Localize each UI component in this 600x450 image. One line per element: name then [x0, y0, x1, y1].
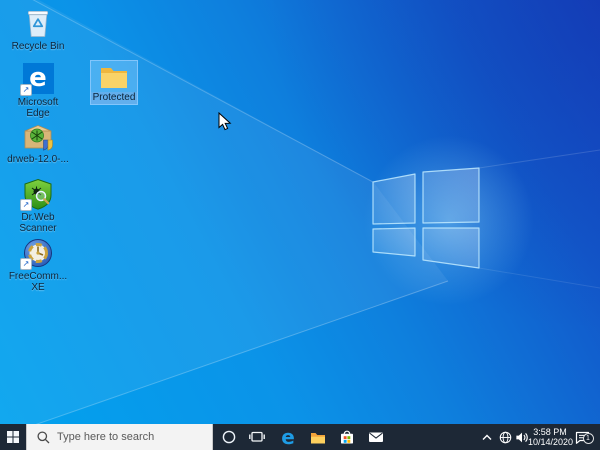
icon-label: drweb-12.0-... [7, 154, 69, 165]
notification-badge: 1 [582, 432, 594, 444]
mail-icon [369, 432, 383, 442]
tray-network-button[interactable] [496, 424, 514, 450]
shortcut-arrow-icon: ↗ [20, 258, 32, 270]
icon-label: Microsoft Edge [17, 97, 59, 119]
icon-label: Protected [90, 92, 138, 104]
icon-label: Recycle Bin [11, 41, 65, 52]
desktop-icon-drweb-installer[interactable]: drweb-12.0-... [2, 119, 74, 165]
edge-icon: e [281, 425, 295, 449]
drweb-installer-icon [24, 124, 53, 151]
task-view-icon [249, 431, 265, 442]
shortcut-arrow-icon: ↗ [20, 84, 32, 96]
network-globe-icon [499, 431, 511, 443]
store-icon [341, 430, 353, 444]
clock-date: 10/14/2020 [528, 437, 574, 447]
file-explorer-icon [311, 433, 325, 444]
taskbar-search[interactable] [26, 424, 213, 450]
tray-clock[interactable]: 3:58 PM 10/14/2020 [528, 424, 574, 450]
cortana-button[interactable] [215, 424, 243, 450]
icon-label: Dr.Web Scanner [19, 212, 57, 234]
desktop-icon-microsoft-edge[interactable]: e ↗ Microsoft Edge [2, 62, 74, 119]
windows-desktop: Recycle Bin e ↗ Microsoft Edge drweb-12.0… [0, 0, 600, 450]
icon-label: FreeComm... XE [8, 271, 68, 293]
clock-time: 3:58 PM [533, 427, 567, 437]
taskbar: e [0, 424, 600, 450]
search-input[interactable] [57, 431, 187, 443]
start-button[interactable] [0, 424, 26, 450]
search-icon [37, 430, 50, 443]
taskbar-edge-button[interactable]: e [274, 424, 302, 450]
cortana-icon [222, 430, 236, 444]
store-button[interactable] [333, 424, 361, 450]
action-center-button[interactable]: 1 [570, 424, 594, 450]
file-explorer-button[interactable] [304, 424, 332, 450]
desktop-icon-drweb-scanner[interactable]: ↗ Dr.Web Scanner [2, 177, 74, 234]
tray-show-hidden-button[interactable] [478, 424, 496, 450]
desktop-icon-protected-folder[interactable]: Protected [90, 60, 138, 105]
desktop-icon-recycle-bin[interactable]: Recycle Bin [2, 6, 74, 52]
desktop-icon-freecommander[interactable]: ↗ FreeComm... XE [2, 236, 74, 293]
task-view-button[interactable] [243, 424, 271, 450]
mouse-cursor [218, 112, 232, 131]
windows-start-icon [7, 431, 19, 443]
folder-icon [101, 68, 127, 88]
chevron-up-icon [482, 434, 492, 440]
speaker-icon [516, 432, 528, 442]
mail-button[interactable] [362, 424, 390, 450]
recycle-bin-icon [27, 11, 49, 37]
shortcut-arrow-icon: ↗ [20, 199, 32, 211]
